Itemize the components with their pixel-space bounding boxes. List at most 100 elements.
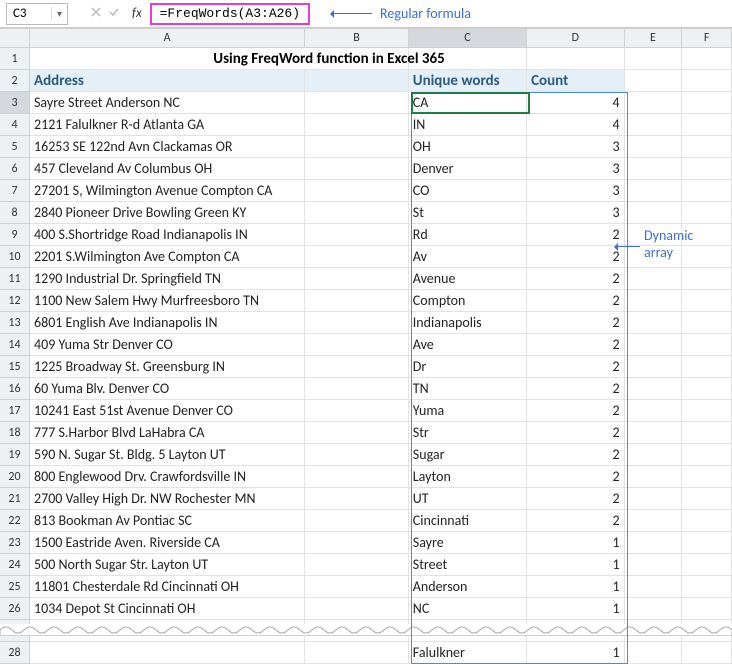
cancel-icon[interactable] — [90, 5, 102, 22]
cell-word[interactable]: Anderson — [409, 576, 527, 598]
cell[interactable] — [682, 70, 732, 92]
cell[interactable] — [682, 444, 732, 466]
cell[interactable] — [625, 642, 683, 664]
header-address[interactable]: Address — [30, 70, 305, 92]
cell[interactable] — [625, 114, 683, 136]
select-all-corner[interactable] — [0, 29, 30, 47]
row-header[interactable]: 14 — [0, 334, 30, 356]
row-header[interactable]: 4 — [0, 114, 30, 136]
cell-word[interactable]: IN — [409, 114, 527, 136]
row-header[interactable]: 5 — [0, 136, 30, 158]
cell-word[interactable]: St — [409, 202, 527, 224]
cell[interactable] — [305, 114, 408, 136]
cell[interactable] — [305, 466, 408, 488]
cell[interactable] — [682, 488, 732, 510]
cell[interactable] — [305, 268, 408, 290]
cell[interactable] — [625, 158, 683, 180]
row-header[interactable]: 7 — [0, 180, 30, 202]
formula-input[interactable]: =FreqWords(A3:A26) — [150, 3, 310, 25]
row-header[interactable]: 28 — [0, 642, 30, 664]
cell[interactable] — [305, 510, 408, 532]
cell[interactable] — [682, 290, 732, 312]
row-header[interactable]: 19 — [0, 444, 30, 466]
cell[interactable] — [305, 532, 408, 554]
cell-word[interactable]: Av — [409, 246, 527, 268]
cell-word[interactable]: Cincinnati — [409, 510, 527, 532]
cell[interactable] — [409, 48, 527, 70]
cell-count[interactable]: 3 — [527, 202, 624, 224]
cell-address[interactable]: 590 N. Sugar St. Bldg. 5 Layton UT — [30, 444, 305, 466]
col-header-D[interactable]: D — [527, 29, 624, 47]
cell[interactable] — [682, 510, 732, 532]
name-box[interactable]: C3 ▾ — [6, 3, 68, 25]
cell-address[interactable] — [30, 642, 305, 664]
cell[interactable] — [625, 268, 683, 290]
cell[interactable] — [305, 356, 408, 378]
row-header[interactable]: 1 — [0, 48, 30, 70]
cell-address[interactable]: 2700 Valley High Dr. NW Rochester MN — [30, 488, 305, 510]
col-header-A[interactable]: A — [30, 29, 305, 47]
row-header[interactable]: 3 — [0, 92, 30, 114]
cell[interactable] — [682, 312, 732, 334]
cell[interactable] — [625, 180, 683, 202]
header-unique-words[interactable]: Unique words — [409, 70, 527, 92]
cell-word[interactable]: Rd — [409, 224, 527, 246]
spreadsheet-grid[interactable]: A B C D E F 1234567891011121314151617181… — [0, 28, 732, 664]
cell-word[interactable]: Compton — [409, 290, 527, 312]
cell[interactable] — [682, 576, 732, 598]
cell-word[interactable]: Dr — [409, 356, 527, 378]
cell[interactable] — [625, 356, 683, 378]
cell[interactable] — [682, 136, 732, 158]
row-header[interactable]: 9 — [0, 224, 30, 246]
row-header[interactable]: 12 — [0, 290, 30, 312]
cell-address[interactable]: 800 Englewood Drv. Crawfordsville IN — [30, 466, 305, 488]
cell-count[interactable]: 1 — [527, 554, 624, 576]
cell[interactable] — [527, 48, 624, 70]
cell[interactable] — [625, 202, 683, 224]
cell-count[interactable]: 2 — [527, 378, 624, 400]
cell-count[interactable]: 2 — [527, 312, 624, 334]
cell[interactable] — [305, 576, 408, 598]
cell[interactable] — [682, 642, 732, 664]
col-header-C[interactable]: C — [409, 29, 527, 47]
cell[interactable] — [305, 312, 408, 334]
cell-word[interactable]: Street — [409, 554, 527, 576]
cell[interactable] — [682, 356, 732, 378]
row-header[interactable]: 15 — [0, 356, 30, 378]
cell[interactable] — [305, 290, 408, 312]
cell-word[interactable]: OH — [409, 136, 527, 158]
row-header[interactable]: 10 — [0, 246, 30, 268]
cell-count[interactable]: 1 — [527, 642, 624, 664]
col-header-B[interactable]: B — [305, 29, 408, 47]
cell-count[interactable]: 2 — [527, 268, 624, 290]
cell-address[interactable]: 2121 Falulkner R-d Atlanta GA — [30, 114, 305, 136]
row-header[interactable]: 17 — [0, 400, 30, 422]
cell[interactable] — [625, 400, 683, 422]
row-header[interactable]: 6 — [0, 158, 30, 180]
confirm-icon[interactable] — [108, 5, 120, 22]
cell[interactable] — [625, 598, 683, 620]
row-header[interactable]: 22 — [0, 510, 30, 532]
cell-word[interactable]: Str — [409, 422, 527, 444]
cell-address[interactable]: 27201 S, Wilmington Avenue Compton CA — [30, 180, 305, 202]
cell-address[interactable]: 11801 Chesterdale Rd Cincinnati OH — [30, 576, 305, 598]
cell-address[interactable]: 457 Cleveland Av Columbus OH — [30, 158, 305, 180]
row-header[interactable]: 21 — [0, 488, 30, 510]
cell[interactable] — [305, 598, 408, 620]
cell-word[interactable]: Yuma — [409, 400, 527, 422]
cell[interactable] — [305, 334, 408, 356]
cell[interactable] — [625, 422, 683, 444]
row-header[interactable]: 25 — [0, 576, 30, 598]
cell-address[interactable]: 60 Yuma Blv. Denver CO — [30, 378, 305, 400]
cell[interactable] — [305, 92, 408, 114]
cell-word[interactable]: NC — [409, 598, 527, 620]
cell[interactable] — [625, 92, 683, 114]
cell[interactable] — [305, 202, 408, 224]
cell[interactable] — [305, 444, 408, 466]
insert-function-icon[interactable]: fx — [132, 6, 142, 21]
cell-count[interactable]: 2 — [527, 334, 624, 356]
cell[interactable] — [625, 136, 683, 158]
cell-word[interactable]: CA — [409, 92, 527, 114]
row-header[interactable]: 23 — [0, 532, 30, 554]
cell[interactable] — [682, 180, 732, 202]
